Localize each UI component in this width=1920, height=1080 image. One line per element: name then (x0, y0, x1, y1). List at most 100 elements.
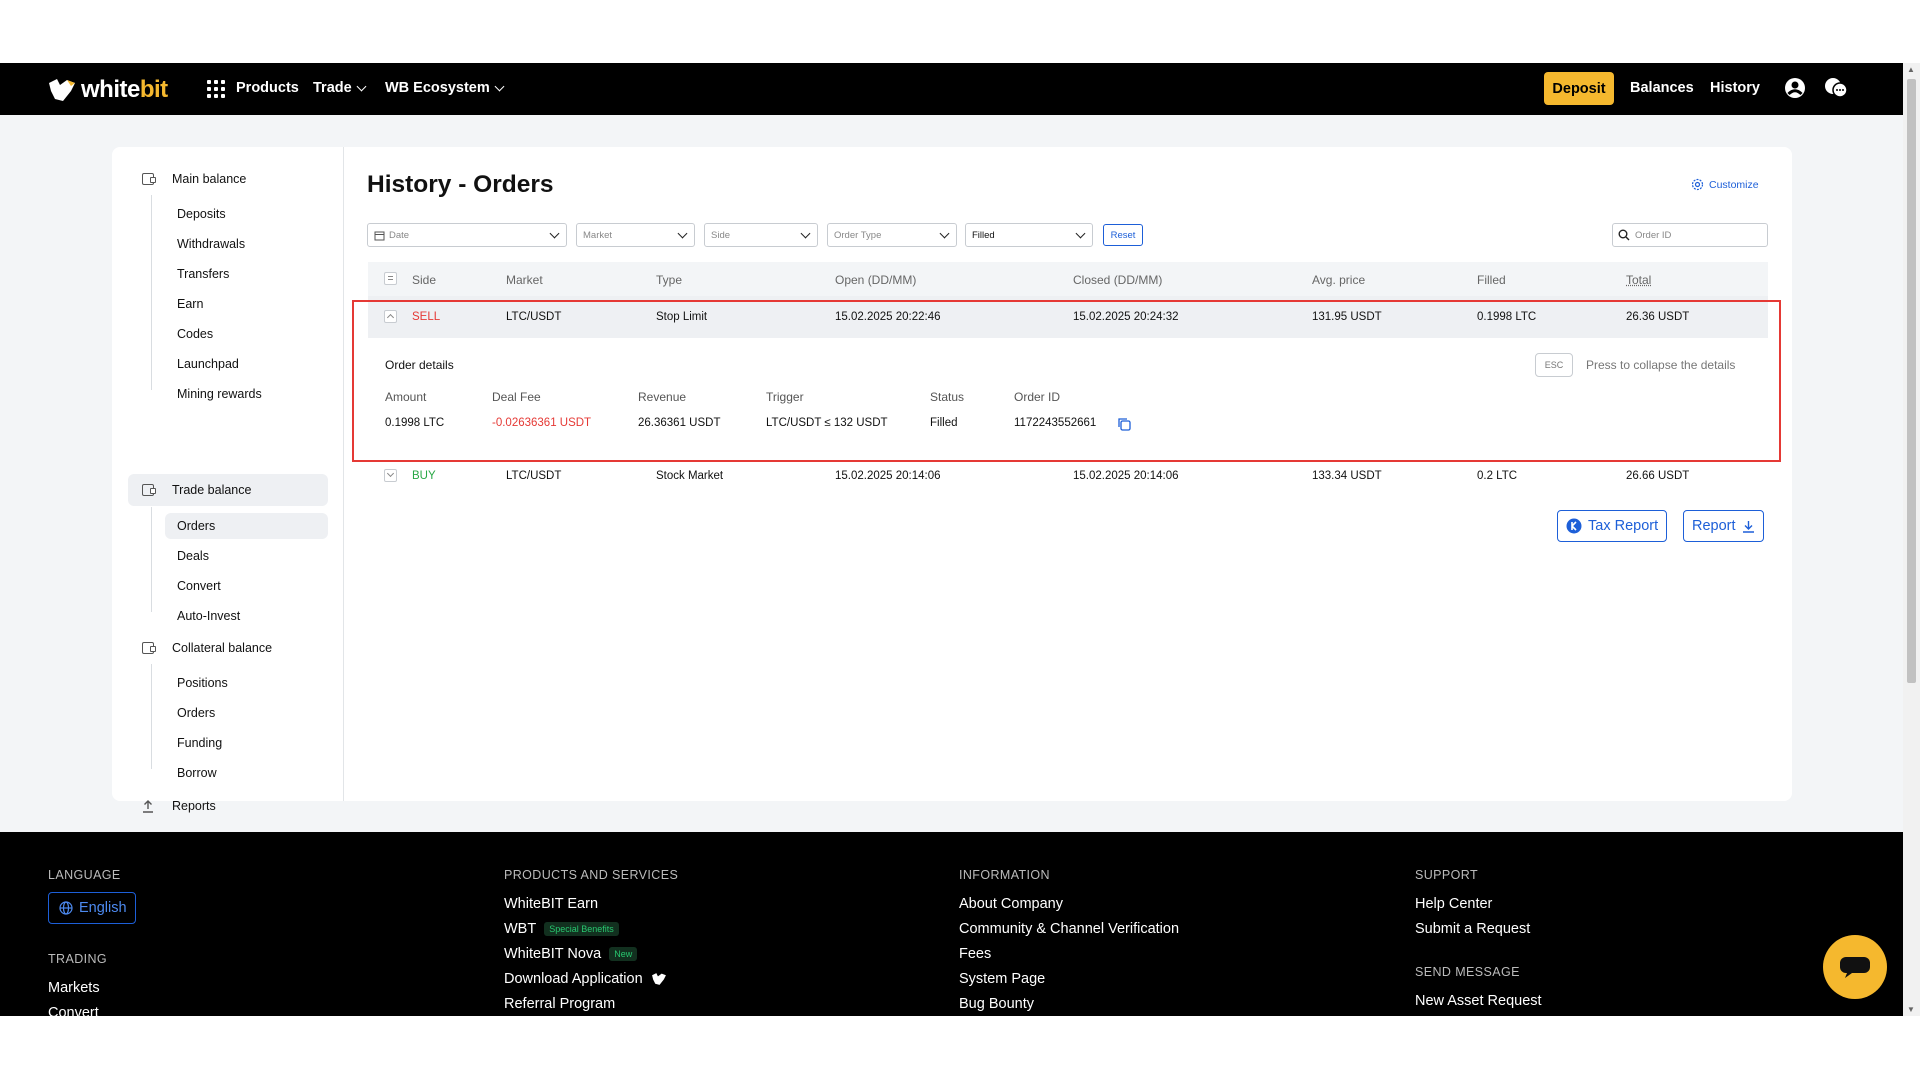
footer-link-system-page[interactable]: System Page (959, 971, 1045, 987)
footer-link-new-asset[interactable]: New Asset Request (1415, 993, 1542, 1009)
sidebar-trade-balance[interactable]: Trade balance (128, 474, 328, 506)
detail-deal-fee: -0.02636361 USDT (492, 417, 592, 429)
footer-send-message-heading: SEND MESSAGE (1415, 965, 1520, 979)
market-cell: LTC/USDT (506, 470, 562, 482)
col-market: Market (506, 273, 543, 287)
logo-text: whitebit (81, 76, 168, 103)
footer-link-download-app[interactable]: Download Application (504, 971, 667, 987)
footer-trading-heading: TRADING (48, 952, 108, 966)
date-filter[interactable]: Date (367, 223, 567, 247)
language-selector[interactable]: English (48, 892, 136, 924)
footer-link-whitebit-earn[interactable]: WhiteBIT Earn (504, 896, 598, 912)
footer-link-bug-bounty[interactable]: Bug Bounty (959, 996, 1034, 1012)
footer-link-referral[interactable]: Referral Program (504, 996, 615, 1012)
type-cell: Stock Market (656, 470, 724, 482)
select-all-checkbox[interactable] (384, 272, 397, 285)
gear-icon (1691, 178, 1704, 191)
filled-cell: 0.2 LTC (1477, 470, 1518, 482)
footer-link-wbt[interactable]: WBT Special Benefits (504, 921, 619, 937)
nav-wb-ecosystem[interactable]: WB Ecosystem (385, 80, 505, 96)
col-open: Open (DD/MM) (835, 273, 917, 287)
reset-button[interactable]: Reset (1103, 224, 1143, 246)
detail-revenue: 26.36361 USDT (638, 417, 721, 429)
order-id-search[interactable]: Order ID (1612, 223, 1768, 247)
footer-link-verification[interactable]: Community & Channel Verification (959, 921, 1179, 937)
nav-balances[interactable]: Balances (1630, 80, 1694, 96)
sidebar-item-orders[interactable]: Orders (165, 513, 328, 539)
detail-label-trigger: Trigger (766, 390, 804, 404)
sidebar-item-deposits[interactable]: Deposits (165, 201, 328, 227)
nav-history[interactable]: History (1710, 80, 1760, 96)
sidebar-item-convert[interactable]: Convert (165, 573, 328, 599)
footer-link-convert[interactable]: Convert (48, 1005, 99, 1016)
scroll-down-arrow[interactable]: ▼ (1907, 1005, 1915, 1014)
scrollbar-thumb[interactable] (1907, 79, 1916, 683)
customize-button[interactable]: Customize (1691, 178, 1759, 191)
market-filter[interactable]: Market (576, 223, 695, 247)
footer-products-heading: PRODUCTS AND SERVICES (504, 868, 679, 882)
deposit-button[interactable]: Deposit (1544, 72, 1614, 105)
footer-link-about[interactable]: About Company (959, 896, 1063, 912)
nav-products[interactable]: Products (236, 80, 299, 96)
sidebar-item-positions[interactable]: Positions (165, 670, 328, 696)
apps-grid-icon[interactable] (207, 80, 227, 98)
site-footer (0, 832, 1903, 1016)
table-row[interactable]: SELL LTC/USDT Stop Limit 15.02.2025 20:2… (368, 296, 1768, 338)
page-scrollbar[interactable]: ▲ ▼ (1903, 63, 1920, 1016)
footer-language-heading: LANGUAGE (48, 868, 121, 882)
tax-report-button[interactable]: Tax Report (1557, 510, 1668, 542)
sidebar-item-funding[interactable]: Funding (165, 730, 328, 756)
avg-price-cell: 133.34 USDT (1312, 470, 1382, 482)
sidebar-main-balance[interactable]: Main balance (128, 163, 328, 195)
col-total[interactable]: Total (1626, 273, 1651, 287)
sidebar-item-collateral-orders[interactable]: Orders (165, 700, 328, 726)
sidebar-item-launchpad[interactable]: Launchpad (165, 351, 328, 377)
sidebar-collateral-balance[interactable]: Collateral balance (128, 632, 328, 664)
sidebar-item-deals[interactable]: Deals (165, 543, 328, 569)
sidebar-item-mining-rewards[interactable]: Mining rewards (165, 381, 328, 407)
status-filter[interactable]: Filled (965, 223, 1093, 247)
detail-label-status: Status (930, 390, 965, 404)
app-logo-icon (651, 973, 666, 985)
side-filter[interactable]: Side (704, 223, 818, 247)
scroll-up-arrow[interactable]: ▲ (1907, 65, 1915, 74)
detail-amount: 0.1998 LTC (385, 417, 445, 429)
closed-cell: 15.02.2025 20:24:32 (1073, 311, 1179, 323)
wallet-icon (142, 484, 156, 496)
footer-link-markets[interactable]: Markets (48, 980, 100, 996)
sidebar-item-transfers[interactable]: Transfers (165, 261, 328, 287)
whitebit-logo[interactable]: whitebit (47, 76, 168, 104)
chevron-down-icon (677, 228, 688, 239)
chevron-down-icon (1075, 228, 1086, 239)
detail-label-order-id: Order ID (1014, 390, 1061, 404)
copy-icon[interactable] (1117, 417, 1131, 431)
sidebar-item-auto-invest[interactable]: Auto-Invest (165, 603, 328, 629)
sidebar-reports[interactable]: Reports (128, 790, 328, 822)
sidebar-item-earn[interactable]: Earn (165, 291, 328, 317)
user-account-icon[interactable] (1784, 77, 1806, 99)
footer-link-submit-request[interactable]: Submit a Request (1415, 921, 1530, 937)
footer-link-whitebit-nova[interactable]: WhiteBIT Nova New (504, 946, 638, 962)
table-row[interactable]: BUY LTC/USDT Stock Market 15.02.2025 20:… (368, 455, 1768, 497)
report-button[interactable]: Report (1683, 510, 1764, 542)
live-chat-button[interactable] (1823, 935, 1887, 999)
esc-key-hint[interactable]: ESC (1535, 353, 1573, 377)
sidebar-item-withdrawals[interactable]: Withdrawals (165, 231, 328, 257)
browser-bottom-area (0, 1016, 1920, 1080)
support-chat-icon[interactable] (1824, 77, 1848, 99)
footer-link-help-center[interactable]: Help Center (1415, 896, 1492, 912)
sidebar-item-codes[interactable]: Codes (165, 321, 328, 347)
sidebar-item-borrow[interactable]: Borrow (165, 760, 328, 786)
chevron-down-icon (939, 228, 950, 239)
col-type: Type (656, 273, 683, 287)
footer-info-heading: INFORMATION (959, 868, 1050, 882)
nav-trade[interactable]: Trade (313, 80, 367, 96)
expand-toggle[interactable] (384, 310, 397, 323)
logo-icon (49, 79, 75, 101)
orders-table-header: Side Market Type Open (DD/MM) Closed (DD… (368, 262, 1768, 296)
expand-toggle[interactable] (384, 469, 397, 482)
new-badge: New (609, 947, 638, 961)
order-type-filter[interactable]: Order Type (827, 223, 957, 247)
special-benefits-badge: Special Benefits (544, 922, 619, 936)
footer-link-fees[interactable]: Fees (959, 946, 991, 962)
